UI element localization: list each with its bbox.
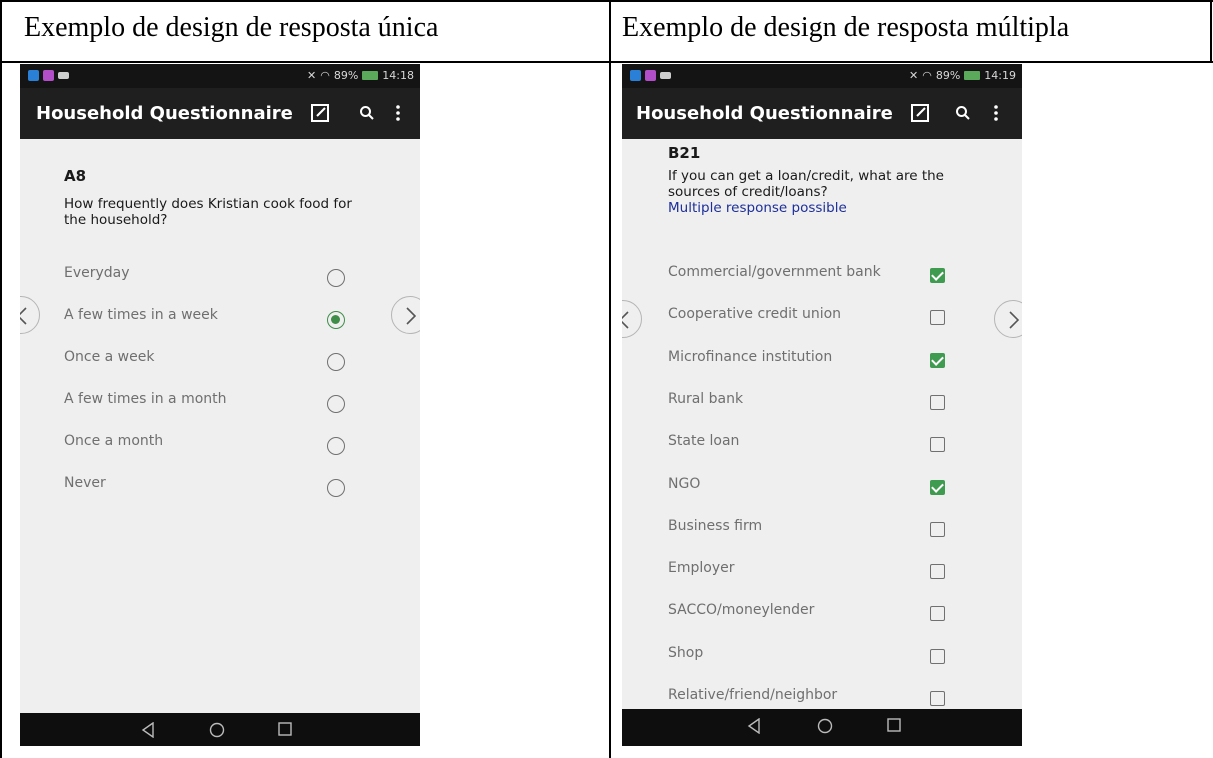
overflow-menu-icon[interactable] bbox=[392, 100, 404, 126]
battery-percent: 89% bbox=[333, 69, 359, 82]
search-icon[interactable] bbox=[356, 100, 378, 126]
app-bar: Household Questionnaire bbox=[20, 88, 420, 139]
option-checkbox[interactable] bbox=[930, 352, 945, 368]
status-right: ✕ ◠ 89% 14:19 bbox=[909, 69, 1016, 82]
option-checkbox[interactable] bbox=[930, 691, 945, 706]
option-label[interactable]: Business firm bbox=[668, 518, 762, 534]
mail-icon bbox=[660, 72, 671, 79]
option-label[interactable]: Relative/friend/neighbor bbox=[668, 687, 837, 703]
option-checkbox[interactable] bbox=[930, 521, 945, 537]
option-radio[interactable] bbox=[327, 479, 345, 497]
option-label[interactable]: Once a week bbox=[64, 349, 154, 365]
notification-icons bbox=[28, 70, 69, 81]
recents-icon[interactable] bbox=[278, 722, 292, 736]
option-label[interactable]: SACCO/moneylender bbox=[668, 602, 814, 618]
silent-icon: ✕ bbox=[909, 69, 919, 82]
option-label[interactable]: Cooperative credit union bbox=[668, 306, 841, 322]
chevron-right-icon bbox=[406, 307, 417, 325]
home-icon[interactable] bbox=[209, 722, 225, 738]
edit-icon[interactable] bbox=[308, 100, 332, 126]
phone-screen-multiple: ✕ ◠ 89% 14:19 Household Questionnaire B2… bbox=[622, 64, 1022, 746]
option-radio[interactable] bbox=[327, 395, 345, 413]
option-checkbox[interactable] bbox=[930, 437, 945, 453]
clock: 14:19 bbox=[984, 69, 1016, 82]
status-bar: ✕ ◠ 89% 14:18 bbox=[20, 64, 420, 88]
question-text: How frequently does Kristian cook food f… bbox=[64, 196, 352, 228]
question-note: Multiple response possible bbox=[668, 200, 847, 216]
back-icon[interactable] bbox=[747, 718, 761, 734]
option-checkbox[interactable] bbox=[930, 564, 945, 580]
option-radio[interactable] bbox=[327, 353, 345, 371]
app-title: Household Questionnaire bbox=[636, 103, 893, 124]
edit-icon[interactable] bbox=[908, 100, 932, 126]
wifi-icon: ◠ bbox=[922, 69, 932, 82]
option-label[interactable]: Microfinance institution bbox=[668, 349, 832, 365]
option-label[interactable]: Shop bbox=[668, 645, 703, 661]
mail-icon bbox=[58, 72, 69, 79]
chevron-left-icon bbox=[20, 307, 27, 325]
header-multiple-response: Exemplo de design de resposta múltipla bbox=[622, 12, 1070, 43]
option-label[interactable]: Once a month bbox=[64, 433, 163, 449]
battery-icon bbox=[964, 71, 981, 80]
app-bar: Household Questionnaire bbox=[622, 88, 1022, 139]
system-nav-bar bbox=[20, 713, 420, 746]
option-label[interactable]: NGO bbox=[668, 476, 700, 492]
option-label[interactable]: Rural bank bbox=[668, 391, 743, 407]
option-checkbox[interactable] bbox=[930, 606, 945, 622]
system-nav-bar bbox=[622, 709, 1022, 746]
battery-icon bbox=[362, 71, 379, 80]
notification-icons bbox=[630, 70, 671, 81]
table-left-border bbox=[0, 0, 2, 758]
question-code: B21 bbox=[668, 144, 701, 162]
app-notification-icon bbox=[28, 70, 39, 81]
option-label[interactable]: Never bbox=[64, 475, 106, 491]
table-middle-border bbox=[609, 0, 611, 758]
question-text: If you can get a loan/credit, what are t… bbox=[668, 168, 944, 200]
table-top-border bbox=[0, 0, 1213, 2]
chevron-right-icon bbox=[1009, 311, 1020, 329]
previous-question-button[interactable] bbox=[20, 296, 40, 334]
option-label[interactable]: A few times in a week bbox=[64, 307, 218, 323]
previous-question-button[interactable] bbox=[622, 300, 642, 338]
header-single-response: Exemplo de design de resposta única bbox=[24, 12, 439, 43]
option-radio[interactable] bbox=[327, 269, 345, 287]
option-checkbox[interactable] bbox=[930, 479, 945, 495]
app-notification-icon bbox=[630, 70, 641, 81]
status-right: ✕ ◠ 89% 14:18 bbox=[307, 69, 414, 82]
status-bar: ✕ ◠ 89% 14:19 bbox=[622, 64, 1022, 88]
option-checkbox[interactable] bbox=[930, 394, 945, 410]
phone-screen-single: ✕ ◠ 89% 14:18 Household Questionnaire A8… bbox=[20, 64, 420, 746]
app-title: Household Questionnaire bbox=[36, 103, 293, 124]
app-notification-icon bbox=[43, 70, 54, 81]
option-label[interactable]: Everyday bbox=[64, 265, 130, 281]
option-label[interactable]: Employer bbox=[668, 560, 734, 576]
chevron-left-icon bbox=[622, 311, 629, 329]
option-label[interactable]: Commercial/government bank bbox=[668, 264, 881, 280]
table-right-border bbox=[1210, 0, 1212, 62]
app-notification-icon bbox=[645, 70, 656, 81]
clock: 14:18 bbox=[382, 69, 414, 82]
option-radio[interactable] bbox=[327, 437, 345, 455]
search-icon[interactable] bbox=[952, 100, 974, 126]
home-icon[interactable] bbox=[817, 718, 833, 734]
option-label[interactable]: A few times in a month bbox=[64, 391, 227, 407]
option-checkbox[interactable] bbox=[930, 310, 945, 326]
next-question-button[interactable] bbox=[994, 300, 1022, 338]
battery-percent: 89% bbox=[935, 69, 961, 82]
wifi-icon: ◠ bbox=[320, 69, 330, 82]
recents-icon[interactable] bbox=[887, 718, 901, 732]
silent-icon: ✕ bbox=[307, 69, 317, 82]
question-code: A8 bbox=[64, 167, 87, 185]
option-checkbox[interactable] bbox=[930, 648, 945, 664]
option-checkbox[interactable] bbox=[930, 268, 945, 283]
back-icon[interactable] bbox=[141, 722, 155, 738]
overflow-menu-icon[interactable] bbox=[990, 100, 1002, 126]
option-label[interactable]: State loan bbox=[668, 433, 739, 449]
table-header-divider bbox=[0, 61, 1213, 63]
option-radio[interactable] bbox=[327, 311, 345, 329]
next-question-button[interactable] bbox=[391, 296, 420, 334]
